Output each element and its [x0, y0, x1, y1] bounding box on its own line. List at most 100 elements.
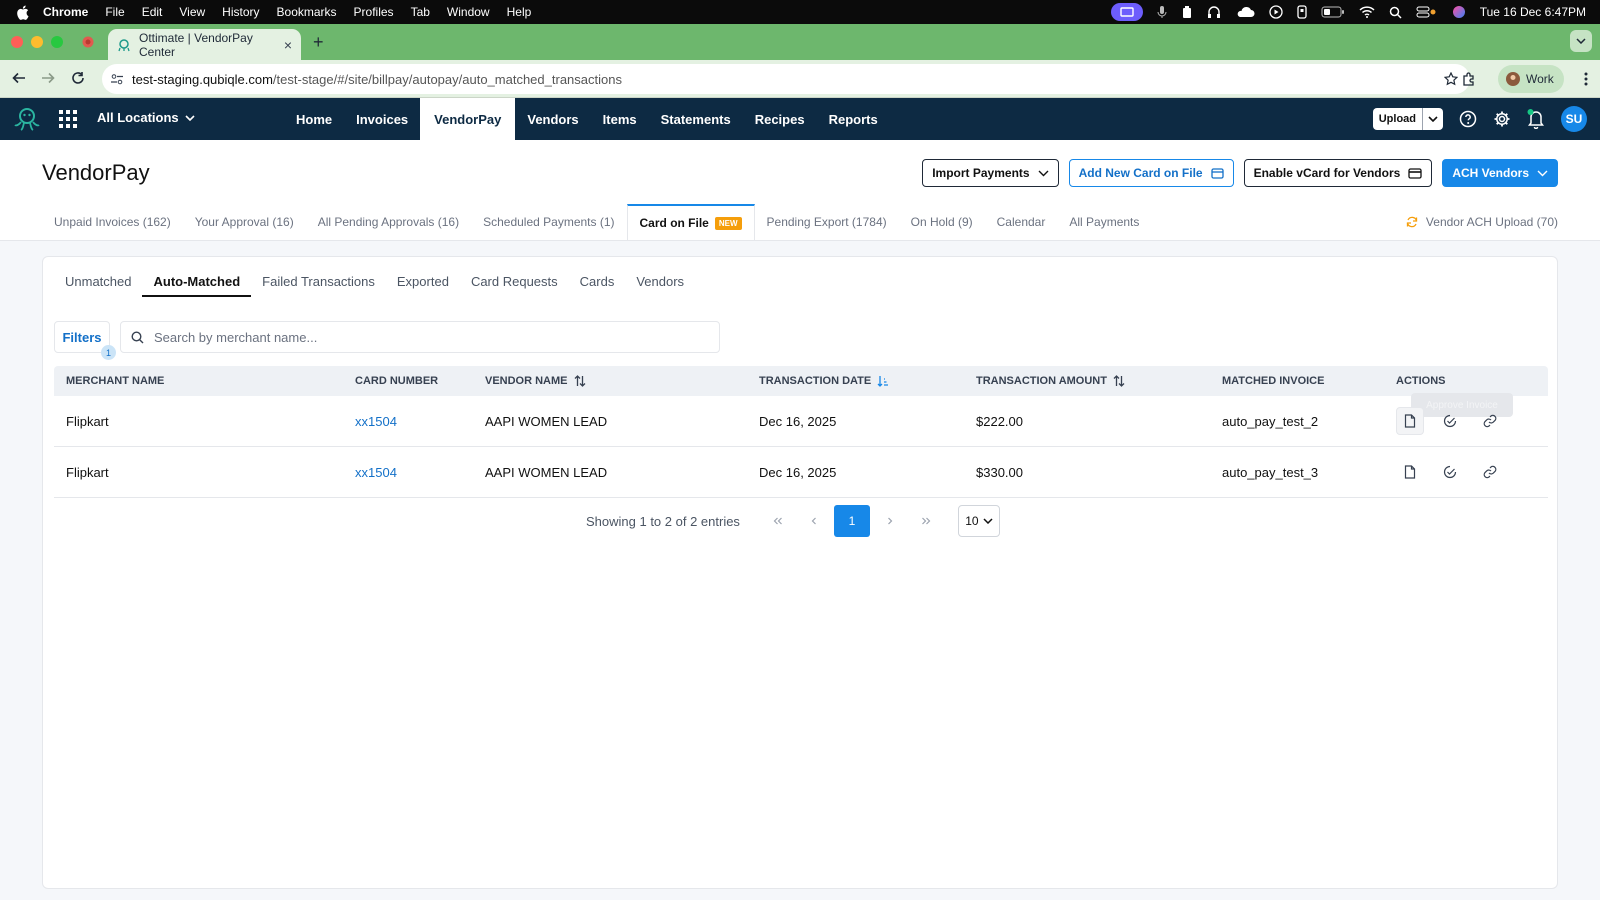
sort-icon[interactable] — [1113, 375, 1125, 387]
first-page-icon[interactable] — [760, 505, 796, 537]
tab-all-payments[interactable]: All Payments — [1057, 204, 1151, 240]
subtab-card-requests[interactable]: Card Requests — [460, 274, 569, 297]
menubar-view[interactable]: View — [179, 5, 205, 19]
screen-share-icon[interactable] — [1110, 3, 1143, 21]
browser-tab[interactable]: Ottimate | VendorPay Center × — [108, 29, 301, 60]
device-icon[interactable] — [1297, 5, 1307, 19]
last-page-icon[interactable] — [908, 505, 944, 537]
nav-item-home[interactable]: Home — [284, 98, 344, 140]
ach-vendors-button[interactable]: ACH Vendors — [1442, 159, 1558, 187]
reload-icon[interactable] — [71, 71, 85, 85]
tab-pending-export[interactable]: Pending Export (1784) — [755, 204, 899, 240]
search-input[interactable]: Search by merchant name... — [154, 330, 317, 345]
tab-all-pending-approvals[interactable]: All Pending Approvals (16) — [306, 204, 471, 240]
sort-descending-icon[interactable] — [877, 375, 889, 387]
upload-button[interactable]: Upload — [1372, 108, 1443, 130]
nav-item-recipes[interactable]: Recipes — [743, 98, 817, 140]
browser-menu-icon[interactable] — [1584, 72, 1588, 86]
record-icon[interactable] — [82, 36, 94, 48]
subtab-cards[interactable]: Cards — [569, 274, 626, 297]
site-info-icon[interactable] — [110, 72, 124, 86]
minimize-window-button[interactable] — [31, 36, 43, 48]
tab-unpaid-invoices[interactable]: Unpaid Invoices (162) — [42, 204, 183, 240]
back-arrow-icon[interactable] — [12, 71, 26, 85]
sort-icon[interactable] — [574, 375, 586, 387]
subtab-exported[interactable]: Exported — [386, 274, 460, 297]
menubar-history[interactable]: History — [222, 5, 259, 19]
search-box[interactable]: Search by merchant name... — [120, 321, 720, 353]
menubar-bookmarks[interactable]: Bookmarks — [277, 5, 337, 19]
close-tab-icon[interactable]: × — [284, 37, 292, 53]
nav-item-vendors[interactable]: Vendors — [515, 98, 590, 140]
link-icon[interactable] — [1476, 407, 1504, 435]
subtab-failed-transactions[interactable]: Failed Transactions — [251, 274, 386, 297]
close-window-button[interactable] — [11, 36, 23, 48]
cloud-icon[interactable] — [1235, 6, 1255, 18]
battery-icon[interactable] — [1321, 6, 1345, 18]
page-size-select[interactable]: 10 — [957, 505, 1000, 537]
subtab-unmatched[interactable]: Unmatched — [54, 274, 142, 297]
card-number-link[interactable]: xx1504 — [355, 414, 397, 429]
ottimate-logo-icon[interactable] — [13, 105, 41, 133]
menubar-edit[interactable]: Edit — [142, 5, 163, 19]
user-avatar[interactable]: SU — [1561, 106, 1587, 132]
location-selector[interactable]: All Locations — [97, 110, 195, 125]
menubar-tab[interactable]: Tab — [411, 5, 430, 19]
enable-vcard-button[interactable]: Enable vCard for Vendors — [1243, 159, 1433, 187]
profile-button[interactable]: Work — [1498, 65, 1564, 93]
menubar-window[interactable]: Window — [447, 5, 490, 19]
upload-chevron-down-icon[interactable] — [1423, 108, 1443, 130]
forward-arrow-icon[interactable] — [41, 71, 55, 85]
card-number-link[interactable]: xx1504 — [355, 465, 397, 480]
approve-check-icon[interactable] — [1436, 458, 1464, 486]
wifi-icon[interactable] — [1359, 6, 1375, 18]
menubar-file[interactable]: File — [105, 5, 124, 19]
nav-item-vendorpay[interactable]: VendorPay — [420, 98, 516, 140]
new-tab-icon[interactable]: + — [313, 32, 324, 53]
subtab-vendors[interactable]: Vendors — [625, 274, 695, 297]
link-icon[interactable] — [1476, 458, 1504, 486]
tab-scheduled-payments[interactable]: Scheduled Payments (1) — [471, 204, 626, 240]
menubar-app-name[interactable]: Chrome — [43, 5, 88, 19]
add-new-card-button[interactable]: Add New Card on File — [1068, 159, 1234, 187]
view-document-icon[interactable] — [1396, 458, 1424, 486]
next-page-icon[interactable] — [872, 505, 908, 537]
menubar-profiles[interactable]: Profiles — [354, 5, 394, 19]
menubar-clock[interactable]: Tue 16 Dec 6:47PM — [1480, 5, 1586, 19]
tab-search-chevron-icon[interactable] — [1570, 30, 1592, 52]
spotlight-search-icon[interactable] — [1389, 6, 1402, 19]
apple-icon[interactable] — [16, 5, 29, 20]
notifications-bell-icon[interactable] — [1527, 109, 1545, 129]
help-icon[interactable] — [1459, 110, 1477, 128]
column-transaction-amount[interactable]: TRANSACTION AMOUNT — [976, 375, 1125, 387]
nav-item-reports[interactable]: Reports — [817, 98, 890, 140]
nav-item-items[interactable]: Items — [591, 98, 649, 140]
menubar-help[interactable]: Help — [507, 5, 532, 19]
microphone-icon[interactable] — [1157, 5, 1167, 19]
tab-card-on-file[interactable]: Card on File NEW — [626, 204, 755, 240]
address-bar[interactable]: test-staging.qubiqle.com/test-stage/#/si… — [102, 64, 1470, 94]
view-document-icon[interactable] — [1396, 407, 1424, 435]
column-transaction-date[interactable]: TRANSACTION DATE — [759, 375, 889, 387]
approve-check-icon[interactable] — [1436, 407, 1464, 435]
headphones-icon[interactable] — [1207, 5, 1221, 19]
nav-item-invoices[interactable]: Invoices — [344, 98, 420, 140]
extensions-icon[interactable] — [1462, 72, 1476, 86]
tab-calendar[interactable]: Calendar — [985, 204, 1058, 240]
zoom-window-button[interactable] — [51, 36, 63, 48]
apps-grid-icon[interactable] — [59, 110, 77, 128]
import-payments-button[interactable]: Import Payments — [922, 159, 1059, 187]
tab-your-approval[interactable]: Your Approval (16) — [183, 204, 306, 240]
play-icon[interactable] — [1269, 5, 1283, 19]
bookmark-star-icon[interactable] — [1444, 72, 1458, 86]
tab-on-hold[interactable]: On Hold (9) — [899, 204, 985, 240]
battery-widget-icon[interactable] — [1181, 5, 1193, 19]
vendor-ach-upload-tab[interactable]: Vendor ACH Upload (70) — [1406, 204, 1558, 240]
previous-page-icon[interactable] — [796, 505, 832, 537]
settings-gear-icon[interactable] — [1493, 110, 1511, 128]
nav-item-statements[interactable]: Statements — [649, 98, 743, 140]
page-number-current[interactable]: 1 — [833, 505, 870, 537]
subtab-auto-matched[interactable]: Auto-Matched — [142, 274, 252, 297]
column-vendor-name[interactable]: VENDOR NAME — [485, 375, 586, 387]
control-center-icon[interactable] — [1416, 5, 1438, 19]
